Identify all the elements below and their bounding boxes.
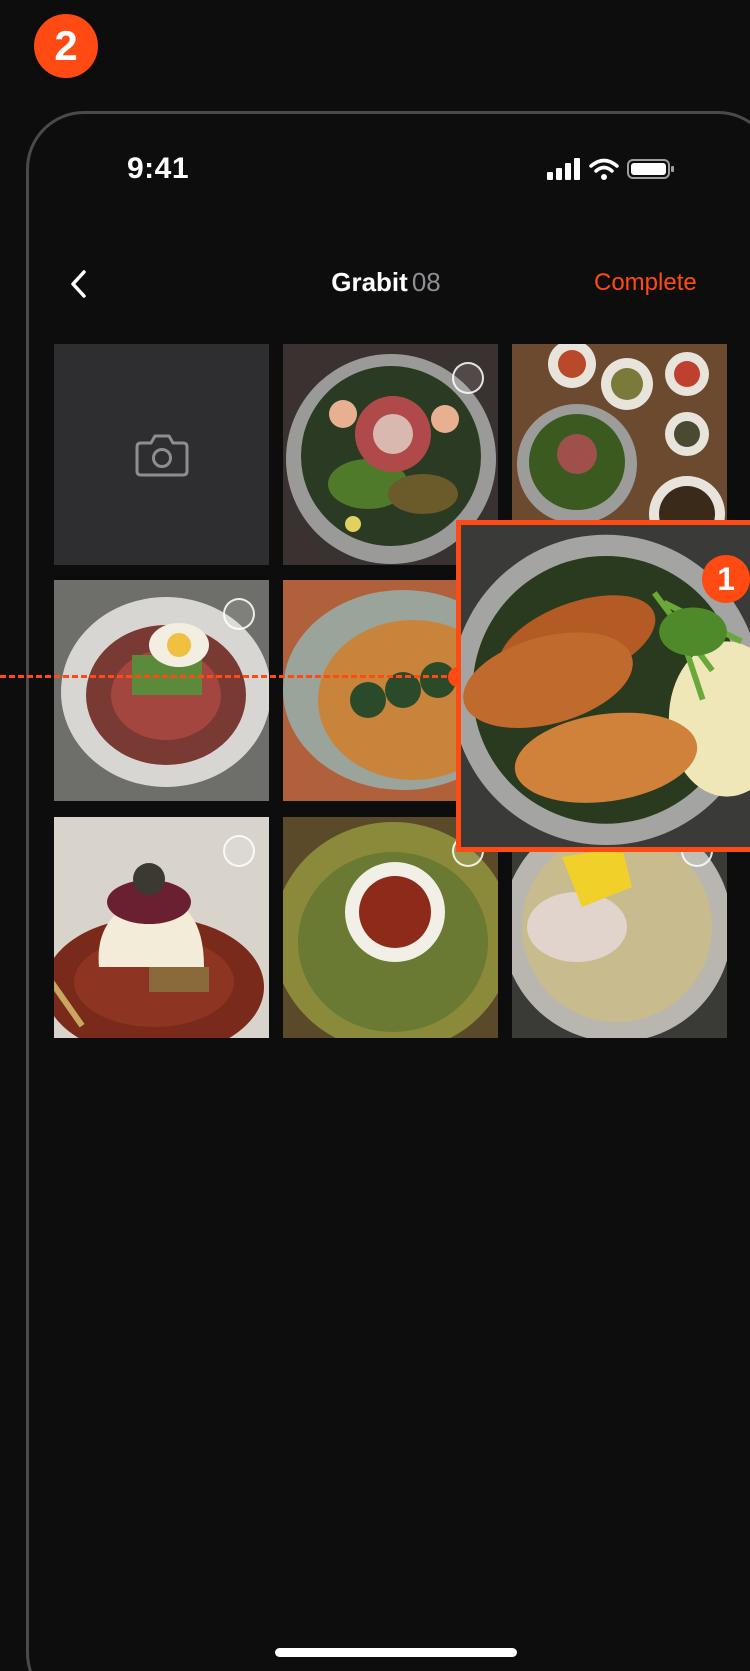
complete-button[interactable]: Complete: [594, 269, 697, 297]
select-circle[interactable]: [223, 598, 255, 630]
select-circle[interactable]: [223, 835, 255, 867]
phone-frame: 9:41 Grabit 08 Complete: [26, 111, 750, 1671]
photo-tile[interactable]: [54, 580, 269, 801]
status-time: 9:41: [127, 152, 190, 185]
wifi-icon: [589, 158, 619, 180]
signal-icon: [547, 158, 580, 180]
photo-tile[interactable]: [54, 817, 269, 1038]
camera-tile[interactable]: [54, 344, 269, 565]
status-icons: [547, 154, 675, 184]
photo-count: 08: [411, 267, 441, 297]
home-indicator: [275, 1648, 517, 1657]
callout-badge: 1: [702, 555, 750, 603]
select-circle[interactable]: [452, 362, 484, 394]
callout-line: [0, 675, 456, 678]
step-badge: 2: [34, 14, 98, 78]
battery-icon: [627, 159, 674, 179]
camera-icon: [135, 434, 188, 476]
page-title-text: Grabit: [331, 267, 408, 297]
